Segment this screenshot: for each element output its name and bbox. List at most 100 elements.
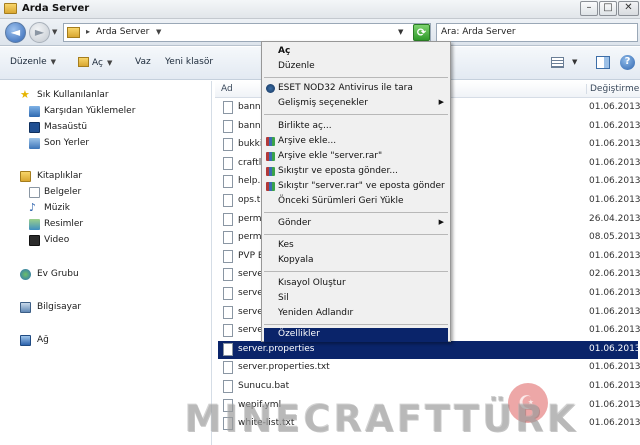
open-icon — [78, 57, 89, 67]
winrar-icon — [266, 152, 275, 161]
window-title: Arda Server — [22, 3, 90, 14]
network-icon — [20, 335, 31, 346]
file-date: 01.06.2013 — [589, 306, 640, 317]
submenu-arrow-icon: ▶ — [438, 98, 444, 106]
documents-icon — [29, 187, 40, 198]
file-icon — [223, 212, 233, 226]
file-date: 01.06.2013 — [589, 250, 640, 261]
file-name: serve — [238, 306, 263, 317]
menu-separator — [264, 324, 448, 325]
menu-item-add-archive[interactable]: Arşive ekle... — [264, 135, 448, 149]
burn-button[interactable]: Vaz — [135, 57, 151, 67]
winrar-icon — [266, 137, 275, 146]
file-date: 01.06.2013 — [589, 120, 640, 131]
file-icon — [223, 287, 233, 300]
search-placeholder: Ara: Arda Server — [441, 27, 516, 37]
menu-separator — [264, 212, 448, 213]
menu-item-create-shortcut[interactable]: Kısayol Oluştur — [264, 277, 448, 291]
file-icon — [223, 342, 233, 356]
file-icon — [223, 361, 233, 375]
winrar-icon — [266, 167, 275, 176]
file-date: 01.06.2013 — [589, 176, 640, 187]
file-icon — [223, 305, 233, 319]
menu-item-delete[interactable]: Sil — [264, 292, 448, 306]
file-date: 26.04.2013 — [589, 213, 640, 224]
downloads-icon — [29, 106, 40, 117]
file-date: 01.06.2013 — [589, 362, 640, 373]
help-icon[interactable]: ? — [620, 55, 635, 70]
file-date: 01.06.2013 — [589, 157, 640, 168]
close-button[interactable]: ✕ — [618, 1, 639, 16]
file-name: PVP E — [238, 250, 264, 261]
desktop-icon — [29, 122, 40, 133]
file-icon — [223, 231, 233, 245]
menu-item-rename[interactable]: Yeniden Adlandır — [264, 307, 448, 321]
menu-item-restore-versions[interactable]: Önceki Sürümleri Geri Yükle — [264, 195, 448, 209]
menu-item-compress-server-email[interactable]: Sıkıştır "server.rar" ve eposta gönder — [264, 180, 448, 194]
file-name: help. — [238, 176, 261, 187]
forward-button[interactable]: ► — [29, 22, 50, 43]
menu-separator — [264, 234, 448, 235]
file-date: 01.06.2013 — [589, 195, 640, 205]
chevron-down-icon[interactable]: ▼ — [572, 58, 577, 66]
file-date: 01.06.2013 — [589, 325, 640, 336]
menu-item-open[interactable]: Aç — [264, 45, 448, 59]
menu-item-send-to[interactable]: Gönder ▶ — [264, 217, 448, 231]
menu-item-cut[interactable]: Kes — [264, 239, 448, 253]
file-date: 08.05.2013 — [589, 232, 640, 243]
menu-item-copy[interactable]: Kopyala — [264, 254, 448, 268]
folder-icon — [67, 27, 80, 38]
address-bar[interactable]: ▸ Arda Server ▼ ▼ — [63, 23, 431, 42]
submenu-arrow-icon: ▶ — [438, 218, 444, 226]
search-input[interactable]: Ara: Arda Server — [436, 23, 638, 42]
preview-pane-icon[interactable] — [596, 56, 610, 69]
music-icon: ♪ — [29, 201, 37, 214]
breadcrumb-item[interactable]: Arda Server — [96, 27, 149, 37]
file-row[interactable]: server.properties.txt 01.06.2013 — [218, 359, 640, 377]
homegroup-icon — [20, 269, 31, 280]
maximize-button[interactable]: □ — [599, 1, 617, 16]
refresh-button[interactable]: ⟳ — [413, 24, 430, 41]
file-icon — [223, 138, 233, 152]
new-folder-button[interactable]: Yeni klasör — [165, 57, 213, 67]
file-name: perm — [238, 232, 262, 243]
organize-button[interactable]: Düzenle ▼ — [10, 57, 56, 67]
computer-icon — [20, 302, 31, 313]
menu-item-advanced[interactable]: Gelişmiş seçenekler ▶ — [264, 97, 448, 111]
menu-separator — [264, 271, 448, 272]
column-name-header[interactable]: Ad — [221, 84, 233, 94]
file-icon — [223, 324, 233, 338]
folder-icon — [4, 3, 17, 14]
menu-item-compress-email[interactable]: Sıkıştır ve eposta gönder... — [264, 165, 448, 179]
menu-item-open-with[interactable]: Birlikte aç... — [264, 120, 448, 134]
view-options-icon[interactable] — [551, 57, 564, 68]
file-name: bukki — [238, 139, 263, 150]
minimize-button[interactable]: – — [580, 1, 598, 16]
history-dropdown-icon[interactable]: ▼ — [52, 28, 57, 36]
pictures-icon — [29, 219, 40, 230]
file-row[interactable]: server.properties 01.06.2013 — [218, 340, 640, 359]
recent-places-icon — [29, 138, 40, 149]
breadcrumb-separator-icon[interactable]: ▸ — [86, 27, 90, 36]
menu-item-eset-scan[interactable]: ESET NOD32 Antivirus ile tara — [264, 82, 448, 96]
file-date: 01.06.2013 — [589, 102, 640, 112]
menu-item-properties[interactable]: Özellikler — [264, 328, 448, 342]
star-icon: ★ — [20, 88, 30, 101]
file-name: bann — [238, 120, 261, 131]
file-name: server.properties.txt — [238, 362, 330, 373]
address-dropdown-icon[interactable]: ▼ — [398, 28, 403, 36]
back-button[interactable]: ◄ — [5, 22, 26, 43]
watermark: ☪ MINECRAFTTÜRK — [178, 383, 598, 445]
file-name: craftl — [238, 157, 262, 168]
context-menu: Aç Düzenle ESET NOD32 Antivirus ile tara… — [261, 41, 451, 342]
file-name: bann — [238, 102, 261, 112]
column-date-header[interactable]: Değiştirme — [586, 84, 640, 94]
chevron-down-icon: ▼ — [106, 59, 113, 67]
breadcrumb-dropdown-icon[interactable]: ▼ — [156, 28, 161, 36]
eset-icon — [266, 84, 275, 93]
menu-item-add-server-rar[interactable]: Arşive ekle "server.rar" — [264, 150, 448, 164]
menu-item-edit[interactable]: Düzenle — [264, 60, 448, 74]
file-name: ops.t — [238, 195, 261, 205]
open-button[interactable]: Aç ▼ — [78, 57, 112, 68]
file-icon — [223, 268, 233, 282]
